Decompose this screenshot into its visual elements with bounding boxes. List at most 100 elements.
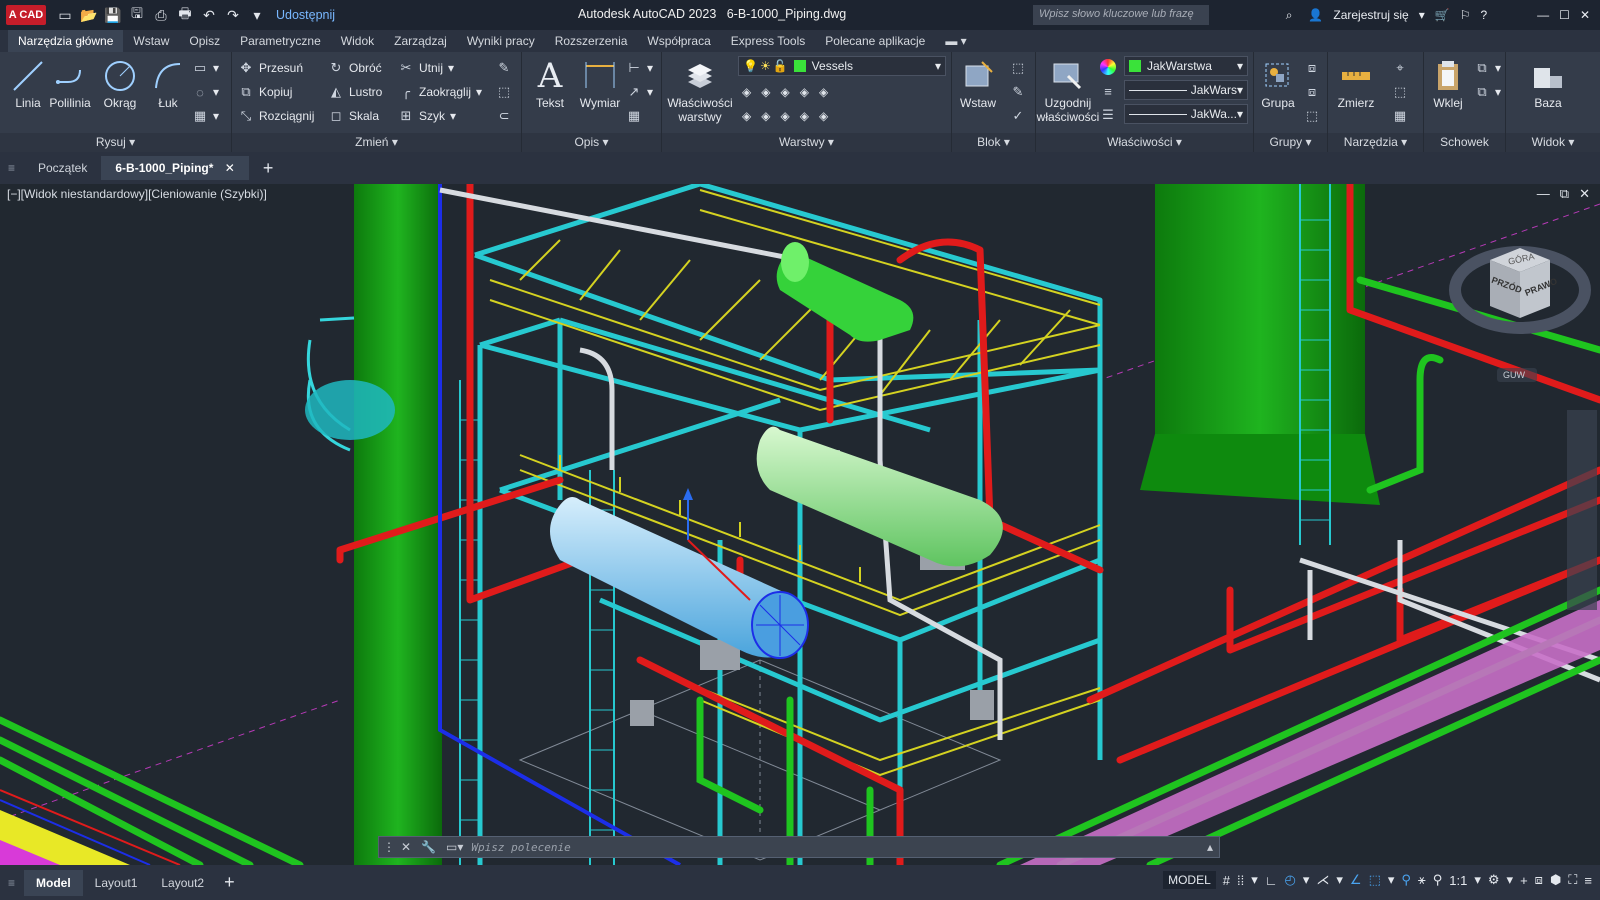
redo-icon[interactable]: ↷ bbox=[224, 6, 242, 24]
app-logo[interactable]: A CAD bbox=[6, 5, 46, 25]
chevron-down-icon[interactable]: ▾ bbox=[1303, 872, 1310, 888]
hatch-button[interactable]: ◌ ▾ bbox=[192, 82, 219, 102]
select-all-button[interactable]: ⬚ bbox=[1392, 82, 1408, 102]
tab-start[interactable]: Początek bbox=[24, 156, 101, 180]
panel-draw-title[interactable]: Rysuj ▾ bbox=[0, 133, 231, 152]
cart-icon[interactable]: 🛒 bbox=[1435, 8, 1450, 22]
circle-button[interactable]: Okrąg bbox=[96, 56, 144, 110]
menu-icon[interactable]: ≡ bbox=[8, 876, 24, 890]
text-button[interactable]: A Tekst bbox=[526, 56, 574, 110]
panel-annotation-title[interactable]: Opis ▾ bbox=[522, 133, 661, 152]
panel-utilities-title[interactable]: Narzędzia ▾ bbox=[1328, 133, 1423, 152]
calculator-button[interactable]: ▦ bbox=[1392, 106, 1408, 126]
panel-layers-title[interactable]: Warstwy ▾ bbox=[662, 133, 951, 152]
match-properties-button[interactable]: Uzgodnij właściwości bbox=[1036, 56, 1100, 124]
layer-dropdown[interactable]: 💡 ☀ 🔓 Vessels ▾ bbox=[738, 56, 946, 76]
add-layout-icon[interactable]: + bbox=[224, 872, 235, 893]
plus-icon[interactable]: + bbox=[1520, 873, 1528, 888]
quick-select-button[interactable]: ⌖ bbox=[1392, 58, 1408, 78]
cut-clip-button[interactable]: ⧉ ▾ bbox=[1474, 82, 1501, 102]
chevron-down-icon[interactable]: ▾ bbox=[1419, 8, 1425, 22]
close-icon[interactable]: ✕ bbox=[225, 161, 235, 175]
copy-button[interactable]: ⧉ Kopiuj bbox=[238, 82, 292, 102]
tab-featured-apps[interactable]: Polecane aplikacje bbox=[815, 30, 935, 52]
tab-parametric[interactable]: Parametryczne bbox=[230, 30, 331, 52]
minimize-icon[interactable]: — bbox=[1537, 8, 1549, 22]
leader-button[interactable]: ↗ ▾ bbox=[626, 82, 653, 102]
fillet-button[interactable]: ╭ Zaokrąglij ▾ bbox=[398, 82, 482, 102]
search-icon[interactable]: ⌕ bbox=[1286, 8, 1293, 23]
model-space-button[interactable]: MODEL bbox=[1163, 871, 1216, 889]
copy-clip-button[interactable]: ⧉ ▾ bbox=[1474, 58, 1501, 78]
ribbon-display-toggle[interactable]: ▬ ▾ bbox=[935, 30, 976, 52]
color-dropdown[interactable]: JakWarstwa ▾ bbox=[1124, 56, 1248, 76]
insert-button[interactable]: Wstaw bbox=[954, 56, 1002, 110]
grid-icon[interactable]: # bbox=[1223, 873, 1230, 888]
chevron-up-icon[interactable]: ▴ bbox=[1207, 840, 1213, 854]
arc-button[interactable]: Łuk bbox=[144, 56, 192, 110]
lineweight-dropdown[interactable]: JakWars ▾ bbox=[1124, 80, 1248, 100]
group-select-button[interactable]: ⬚ bbox=[1304, 106, 1320, 126]
wcs-label[interactable]: GUW bbox=[1503, 370, 1525, 380]
undo-icon[interactable]: ↶ bbox=[200, 6, 218, 24]
annotation-scale-value[interactable]: 1:1 bbox=[1449, 873, 1467, 888]
explode-button[interactable]: ⬚ bbox=[496, 82, 512, 102]
maximize-icon[interactable]: ☐ bbox=[1559, 8, 1570, 22]
line-button[interactable]: Linia bbox=[4, 56, 52, 110]
tab-addins[interactable]: Rozszerzenia bbox=[545, 30, 638, 52]
tab-collaborate[interactable]: Współpraca bbox=[637, 30, 720, 52]
publish-icon[interactable]: ⎙ bbox=[152, 6, 170, 24]
measure-button[interactable]: Zmierz bbox=[1332, 56, 1380, 110]
viewport-label[interactable]: [−][Widok niestandardowy][Cieniowanie (S… bbox=[7, 187, 267, 201]
scale-button[interactable]: ◻ Skala bbox=[328, 106, 379, 126]
close-icon[interactable]: ✕ bbox=[401, 840, 411, 854]
new-icon[interactable]: ▭ bbox=[56, 6, 74, 24]
chevron-down-icon[interactable]: ▾ bbox=[1336, 872, 1343, 888]
layout-tab-model[interactable]: Model bbox=[24, 869, 83, 896]
chevron-down-icon[interactable]: ▾ bbox=[1388, 872, 1395, 888]
panel-block-title[interactable]: Blok ▾ bbox=[952, 133, 1035, 152]
save-as-icon[interactable]: 🖫 bbox=[128, 5, 146, 24]
dimension-button[interactable]: Wymiar bbox=[576, 56, 624, 110]
linetype-icon-btn[interactable]: ☰ bbox=[1100, 105, 1116, 125]
lineweight-icon-btn[interactable]: ≡ bbox=[1100, 81, 1116, 101]
paste-button[interactable]: Wklej bbox=[1424, 56, 1472, 110]
auto-scale-icon[interactable]: ⚹ bbox=[1418, 872, 1426, 888]
plot-icon[interactable]: 🖶 bbox=[176, 5, 194, 24]
new-tab-icon[interactable]: + bbox=[263, 158, 274, 179]
restore-icon[interactable]: ⧉ bbox=[1560, 186, 1569, 202]
trim-button[interactable]: ✂ Utnij ▾ bbox=[398, 58, 455, 78]
tab-express-tools[interactable]: Express Tools bbox=[721, 30, 815, 52]
offset-button[interactable]: ⊂ bbox=[496, 106, 512, 126]
gear-icon[interactable]: ⚙ bbox=[1488, 872, 1500, 888]
panel-view-title[interactable]: Widok ▾ bbox=[1506, 133, 1600, 152]
ungroup-button[interactable]: ⧈ bbox=[1304, 58, 1320, 78]
tab-manage[interactable]: Zarządzaj bbox=[384, 30, 457, 52]
layer-tools-row2[interactable]: ◈ ◈ ◈ ◈ ◈ bbox=[742, 106, 828, 126]
help-icon[interactable]: ? bbox=[1480, 8, 1487, 22]
user-icon[interactable]: 👤 bbox=[1308, 8, 1323, 22]
mirror-button[interactable]: ◭ Lustro bbox=[328, 82, 382, 102]
search-input[interactable]: Wpisz słowo kluczowe lub frazę bbox=[1033, 5, 1209, 25]
open-icon[interactable]: 📂 bbox=[80, 6, 98, 24]
snap-icon[interactable]: ⁞⁞ bbox=[1237, 873, 1244, 888]
tab-home[interactable]: Narzędzia główne bbox=[8, 30, 124, 52]
isodraft-icon[interactable]: ⋌ bbox=[1316, 872, 1329, 888]
close-icon[interactable]: ✕ bbox=[1580, 8, 1590, 22]
annotation-scale-icon[interactable]: ⚲ bbox=[1433, 872, 1443, 888]
annotation-visibility-icon[interactable]: ⚲ bbox=[1401, 872, 1411, 888]
linetype-dropdown[interactable]: JakWa... ▾ bbox=[1124, 104, 1248, 124]
share-button[interactable]: Udostępnij bbox=[276, 8, 335, 22]
signin-button[interactable]: Zarejestruj się bbox=[1333, 8, 1408, 22]
share-network-icon[interactable]: ⚐ bbox=[1460, 8, 1471, 22]
group-edit-button[interactable]: ⧈ bbox=[1304, 82, 1320, 102]
command-input[interactable]: Wpisz polecenie bbox=[471, 841, 570, 854]
object-snap-tracking-icon[interactable]: ∠ bbox=[1350, 872, 1362, 888]
panel-groups-title[interactable]: Grupy ▾ bbox=[1254, 133, 1327, 152]
panel-modify-title[interactable]: Zmień ▾ bbox=[232, 133, 521, 152]
customization-icon[interactable]: ≡ bbox=[1584, 873, 1592, 888]
drawing-viewport[interactable]: [−][Widok niestandardowy][Cieniowanie (S… bbox=[0, 184, 1600, 865]
erase-button[interactable]: ✎ bbox=[496, 58, 512, 78]
tab-output[interactable]: Wyniki pracy bbox=[457, 30, 545, 52]
polar-icon[interactable]: ◴ bbox=[1285, 872, 1296, 888]
